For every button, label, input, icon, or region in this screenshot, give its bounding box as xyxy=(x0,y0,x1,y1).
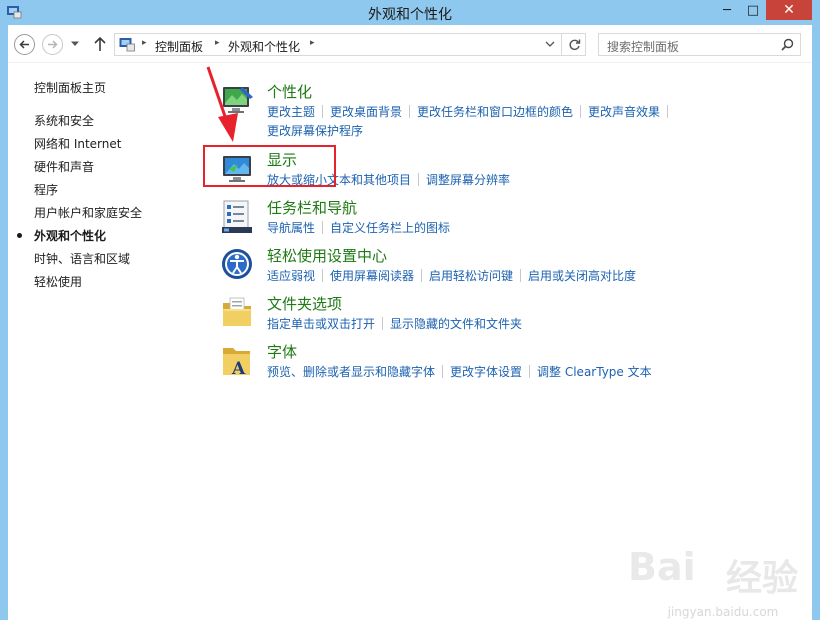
refresh-icon xyxy=(568,39,580,50)
category-title-personalization[interactable]: 个性化 xyxy=(267,81,312,102)
category-title-folder-options[interactable]: 文件夹选项 xyxy=(267,293,342,314)
baidu-watermark: Bai 经验 jingyan.baidu.com xyxy=(628,545,818,620)
search-input[interactable]: 搜索控制面板 xyxy=(607,38,679,55)
link-high-contrast[interactable]: 启用或关闭高对比度 xyxy=(528,269,636,283)
link-change-font-settings[interactable]: 更改字体设置 xyxy=(450,365,522,379)
sidebar-item-ease-of-access[interactable]: 轻松使用 xyxy=(34,273,82,290)
link-separator xyxy=(667,105,669,118)
annotation-highlight-box xyxy=(203,145,336,187)
link-separator xyxy=(322,269,324,282)
maximize-button[interactable]: □ xyxy=(740,0,766,20)
link-navigation-properties[interactable]: 导航属性 xyxy=(267,221,315,235)
navigation-bar: ▸ 控制面板 ▸ 外观和个性化 ▸ 搜索控制面板 xyxy=(8,25,812,63)
watermark-text: 经验 xyxy=(726,558,799,599)
sidebar-item-programs[interactable]: 程序 xyxy=(34,181,58,198)
link-separator xyxy=(418,173,420,186)
title-bar[interactable]: 外观和个性化 ─ □ ✕ xyxy=(0,0,820,25)
watermark-logo: Bai xyxy=(628,545,696,589)
recent-locations-icon[interactable] xyxy=(71,40,79,48)
link-show-hidden-files[interactable]: 显示隐藏的文件和文件夹 xyxy=(390,317,522,331)
taskbar-icon[interactable] xyxy=(220,199,256,235)
search-box[interactable]: 搜索控制面板 xyxy=(598,33,801,56)
category-links: 预览、删除或者显示和隐藏字体 更改字体设置 调整 ClearType 文本 xyxy=(267,363,747,382)
category-title-taskbar[interactable]: 任务栏和导航 xyxy=(267,197,357,218)
link-change-sounds[interactable]: 更改声音效果 xyxy=(588,105,660,119)
breadcrumb-appearance[interactable]: 外观和个性化 xyxy=(228,38,300,55)
close-button[interactable]: ✕ xyxy=(766,0,812,20)
folder-options-icon[interactable] xyxy=(220,295,256,331)
control-panel-window: 外观和个性化 ─ □ ✕ ▸ 控制面板 ▸ 外观和个性化 ▸ 搜索控制面板 控制… xyxy=(0,0,820,620)
link-screen-resolution[interactable]: 调整屏幕分辨率 xyxy=(426,173,510,187)
category-links: 指定单击或双击打开 显示隐藏的文件和文件夹 xyxy=(267,315,747,334)
link-separator xyxy=(580,105,582,118)
fonts-icon[interactable]: A xyxy=(220,343,256,379)
back-button[interactable] xyxy=(14,34,35,55)
window-client: ▸ 控制面板 ▸ 外观和个性化 ▸ 搜索控制面板 控制面板主页 系统和安全 网络… xyxy=(8,25,812,620)
forward-arrow-icon xyxy=(48,40,58,49)
window-title: 外观和个性化 xyxy=(368,7,452,23)
link-preview-fonts[interactable]: 预览、删除或者显示和隐藏字体 xyxy=(267,365,435,379)
link-screen-reader[interactable]: 使用屏幕阅读器 xyxy=(330,269,414,283)
category-title-ease-of-access[interactable]: 轻松使用设置中心 xyxy=(267,245,387,266)
link-customize-taskbar-icons[interactable]: 自定义任务栏上的图标 xyxy=(330,221,450,235)
breadcrumb-control-panel[interactable]: 控制面板 xyxy=(155,38,203,55)
category-links: 导航属性 自定义任务栏上的图标 xyxy=(267,219,747,238)
address-dropdown-icon[interactable] xyxy=(545,40,555,48)
refresh-button[interactable] xyxy=(561,33,586,56)
sidebar-item-network-internet[interactable]: 网络和 Internet xyxy=(34,135,121,152)
link-single-double-click[interactable]: 指定单击或双击打开 xyxy=(267,317,375,331)
link-separator xyxy=(520,269,522,282)
back-arrow-icon xyxy=(19,40,29,49)
category-links: 放大或缩小文本和其他项目 调整屏幕分辨率 xyxy=(267,171,747,190)
category-links: 更改主题 更改桌面背景 更改任务栏和窗口边框的颜色 更改声音效果 更改屏幕保护程序 xyxy=(267,103,747,141)
sidebar-item-user-accounts[interactable]: 用户帐户和家庭安全 xyxy=(34,204,142,221)
ease-of-access-icon[interactable] xyxy=(220,247,256,283)
address-bar[interactable]: ▸ 控制面板 ▸ 外观和个性化 ▸ xyxy=(114,33,586,56)
window-border xyxy=(812,25,820,620)
sidebar-item-system-security[interactable]: 系统和安全 xyxy=(34,112,94,129)
link-separator xyxy=(322,105,324,118)
breadcrumb-separator-icon[interactable]: ▸ xyxy=(142,38,147,48)
sidebar-item-clock-language-region[interactable]: 时钟、语言和区域 xyxy=(34,250,130,267)
breadcrumb-separator-icon[interactable]: ▸ xyxy=(215,38,220,48)
link-separator xyxy=(421,269,423,282)
link-change-screen-saver[interactable]: 更改屏幕保护程序 xyxy=(267,124,363,138)
category-title-fonts[interactable]: 字体 xyxy=(267,341,297,362)
link-separator xyxy=(529,365,531,378)
search-icon[interactable] xyxy=(781,38,794,51)
annotation-arrow-icon xyxy=(206,66,238,142)
control-panel-icon xyxy=(119,38,135,52)
sidebar-item-appearance-current[interactable]: 外观和个性化 xyxy=(17,227,107,244)
link-separator xyxy=(442,365,444,378)
link-separator xyxy=(322,221,324,234)
sidebar-item-label: 外观和个性化 xyxy=(34,229,107,243)
sidebar-item-hardware-sound[interactable]: 硬件和声音 xyxy=(34,158,94,175)
link-change-theme[interactable]: 更改主题 xyxy=(267,105,315,119)
link-access-keys[interactable]: 启用轻松访问键 xyxy=(429,269,513,283)
link-separator xyxy=(409,105,411,118)
current-item-bullet xyxy=(17,233,22,238)
link-change-window-color[interactable]: 更改任务栏和窗口边框的颜色 xyxy=(417,105,573,119)
forward-button[interactable] xyxy=(42,34,63,55)
minimize-button[interactable]: ─ xyxy=(714,0,740,20)
link-low-vision[interactable]: 适应弱视 xyxy=(267,269,315,283)
link-adjust-cleartype[interactable]: 调整 ClearType 文本 xyxy=(537,365,652,379)
breadcrumb-separator-icon[interactable]: ▸ xyxy=(310,38,315,48)
svg-text:A: A xyxy=(231,359,246,379)
up-arrow-icon[interactable] xyxy=(93,36,107,52)
link-change-desktop-background[interactable]: 更改桌面背景 xyxy=(330,105,402,119)
link-separator xyxy=(382,317,384,330)
sidebar-item-control-panel-home[interactable]: 控制面板主页 xyxy=(34,79,106,96)
category-links: 适应弱视 使用屏幕阅读器 启用轻松访问键 启用或关闭高对比度 xyxy=(267,267,747,286)
watermark-url: jingyan.baidu.com xyxy=(667,605,779,619)
